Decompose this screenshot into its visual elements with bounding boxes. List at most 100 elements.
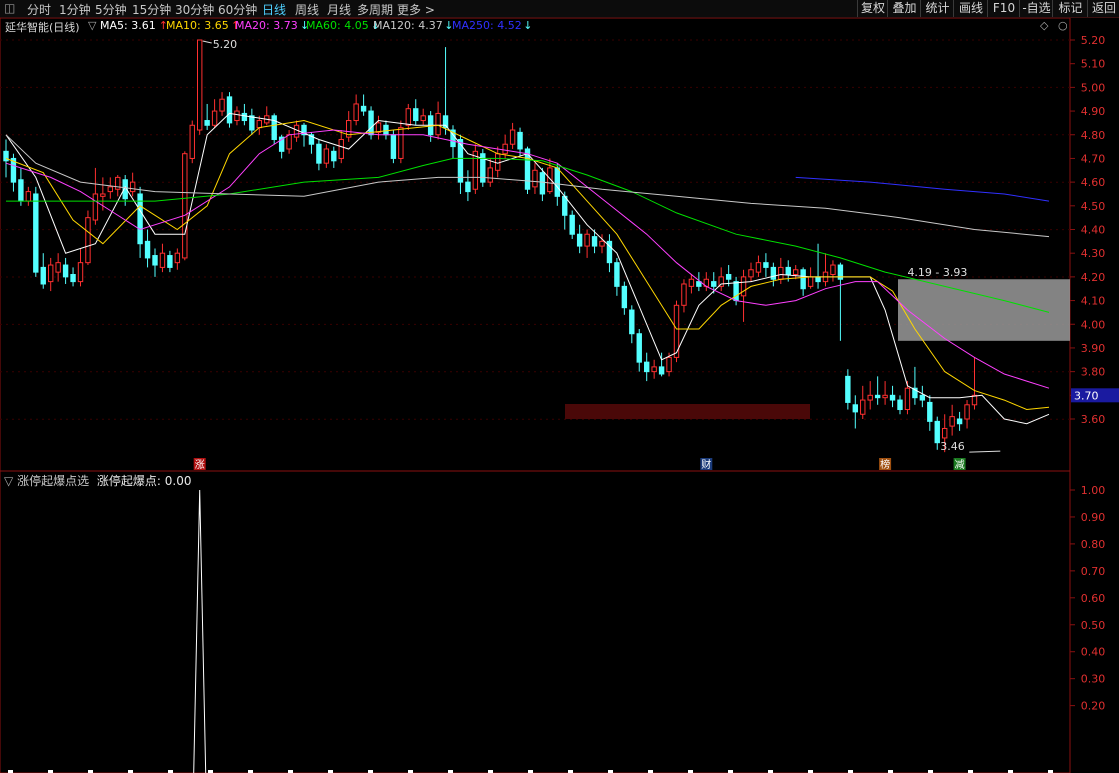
circle-icon[interactable]: ○ bbox=[1058, 19, 1068, 32]
candle-body bbox=[383, 124, 389, 136]
candle-body bbox=[70, 274, 76, 283]
candle-body bbox=[323, 148, 330, 164]
candle-body bbox=[398, 127, 404, 159]
candle-body bbox=[144, 240, 151, 259]
candle-body bbox=[331, 150, 337, 162]
toolbar-button-2[interactable]: 统计 bbox=[920, 0, 954, 17]
candle-body bbox=[919, 394, 926, 401]
event-marker-label: 涨 bbox=[195, 459, 205, 471]
tab-5[interactable]: 60分钟 bbox=[218, 1, 257, 18]
candle-body bbox=[234, 110, 240, 122]
tab-2[interactable]: 5分钟 bbox=[95, 1, 127, 18]
candle-body bbox=[182, 153, 188, 259]
candle-body bbox=[874, 394, 881, 399]
candle-body bbox=[286, 134, 292, 150]
legend-ma20: MA20: 3.73 bbox=[235, 19, 298, 32]
price-tick-label: 4.10 bbox=[1081, 295, 1106, 308]
window-icon[interactable]: ◫ bbox=[4, 1, 15, 15]
legend-ma10: MA10: 3.65 bbox=[166, 19, 229, 32]
candle-body bbox=[860, 399, 866, 415]
candle-body bbox=[77, 262, 84, 283]
indicator-tick-label: 1.00 bbox=[1081, 484, 1106, 497]
toolbar-button-4[interactable]: F10 bbox=[987, 0, 1020, 17]
candle-body bbox=[353, 103, 359, 122]
event-marker-label: 榜 bbox=[880, 458, 890, 471]
candle-body bbox=[539, 172, 546, 195]
candle-body bbox=[807, 276, 814, 287]
candle-body bbox=[502, 143, 508, 155]
candle-body bbox=[629, 309, 635, 335]
stock-title: 延华智能(日线) bbox=[5, 21, 80, 34]
indicator-tick-label: 0.40 bbox=[1081, 646, 1106, 659]
indicator-tick-label: 0.90 bbox=[1081, 511, 1106, 524]
candle-body bbox=[562, 195, 568, 216]
candle-body bbox=[197, 39, 203, 131]
candle-body bbox=[897, 399, 903, 411]
price-tick-label: 3.80 bbox=[1081, 366, 1106, 379]
candle-body bbox=[763, 262, 769, 268]
toolbar-button-0[interactable]: 复权 bbox=[857, 0, 888, 17]
top-toolbar: 分时 1分钟 5分钟 15分钟 30分钟 60分钟 日线 周线 月线 多周期 更多 > ◫ 复权 叠加 统计… bbox=[0, 0, 1119, 18]
candle-body bbox=[413, 108, 419, 122]
tab-4[interactable]: 30分钟 bbox=[175, 1, 214, 18]
candle-body bbox=[927, 401, 933, 422]
indicator-tick-label: 0.20 bbox=[1081, 700, 1106, 713]
candle-body bbox=[711, 281, 717, 287]
candle-body bbox=[517, 131, 523, 150]
tab-6[interactable]: 日线 bbox=[262, 1, 286, 18]
candle-body bbox=[793, 269, 799, 276]
price-tick-label: 4.40 bbox=[1081, 224, 1106, 237]
toolbar-button-6[interactable]: 标记 bbox=[1052, 0, 1088, 17]
low-label: 3.46 bbox=[940, 440, 965, 453]
tab-7[interactable]: 周线 bbox=[295, 1, 319, 18]
candle-body bbox=[241, 112, 248, 122]
price-tick-label: 4.50 bbox=[1081, 200, 1106, 213]
toolbar-button-5[interactable]: -自选 bbox=[1019, 0, 1053, 17]
candle-body bbox=[778, 266, 784, 280]
collapse-icon[interactable]: ▽ bbox=[4, 474, 13, 488]
candle-body bbox=[405, 108, 412, 126]
candle-body bbox=[107, 186, 113, 193]
candle-body bbox=[569, 214, 575, 235]
price-tick-label: 3.60 bbox=[1081, 413, 1106, 426]
chart-canvas[interactable]: 5.20 5.10 5.00 4.90 4.80 4.70 4.60 4.50 4.40 4.30… bbox=[0, 0, 1119, 773]
candle-body bbox=[435, 112, 441, 136]
candle-body bbox=[420, 115, 426, 122]
price-tick-label: 4.20 bbox=[1081, 271, 1106, 284]
tab-9[interactable]: 多周期 bbox=[357, 1, 393, 18]
indicator-name[interactable]: 涨停起爆点选 bbox=[17, 474, 89, 488]
high-pointer bbox=[202, 40, 212, 44]
toolbar-button-1[interactable]: 叠加 bbox=[887, 0, 921, 17]
candle-body bbox=[226, 96, 233, 124]
candle-body bbox=[338, 138, 344, 159]
candle-body bbox=[800, 269, 806, 290]
indicator-spike-line bbox=[193, 489, 207, 773]
candle-body bbox=[770, 266, 777, 280]
toolbar-button-3[interactable]: 画线 bbox=[953, 0, 988, 17]
candle-body bbox=[92, 193, 99, 221]
price-tick-label: 5.10 bbox=[1081, 58, 1106, 71]
candle-body bbox=[956, 418, 963, 425]
candle-body bbox=[889, 394, 896, 401]
candle-body bbox=[904, 387, 911, 411]
indicator-value: 涨停起爆点: 0.00 bbox=[96, 474, 192, 488]
candle-body bbox=[85, 217, 91, 264]
candle-body bbox=[159, 252, 166, 268]
candle-body bbox=[934, 420, 940, 444]
tab-0[interactable]: 分时 bbox=[27, 1, 51, 18]
toolbar-button-7[interactable]: 返回 bbox=[1087, 0, 1119, 17]
tab-10[interactable]: 更多 > bbox=[397, 1, 435, 18]
candle-body bbox=[271, 115, 277, 140]
tab-8[interactable]: 月线 bbox=[327, 1, 351, 18]
indicator-tick-label: 0.80 bbox=[1081, 538, 1106, 551]
indicator-pane-frame bbox=[0, 470, 1071, 773]
candle-body bbox=[964, 404, 970, 420]
candle-body bbox=[532, 169, 538, 188]
legend-collapse-icon[interactable]: ▽ bbox=[88, 19, 96, 32]
legend-ma5: MA5: 3.61 bbox=[100, 19, 156, 32]
tab-1[interactable]: 1分钟 bbox=[59, 1, 91, 18]
tab-3[interactable]: 15分钟 bbox=[132, 1, 171, 18]
price-tick-label: 4.70 bbox=[1081, 152, 1106, 165]
candle-body bbox=[55, 262, 61, 273]
diamond-icon[interactable]: ◇ bbox=[1040, 19, 1048, 32]
